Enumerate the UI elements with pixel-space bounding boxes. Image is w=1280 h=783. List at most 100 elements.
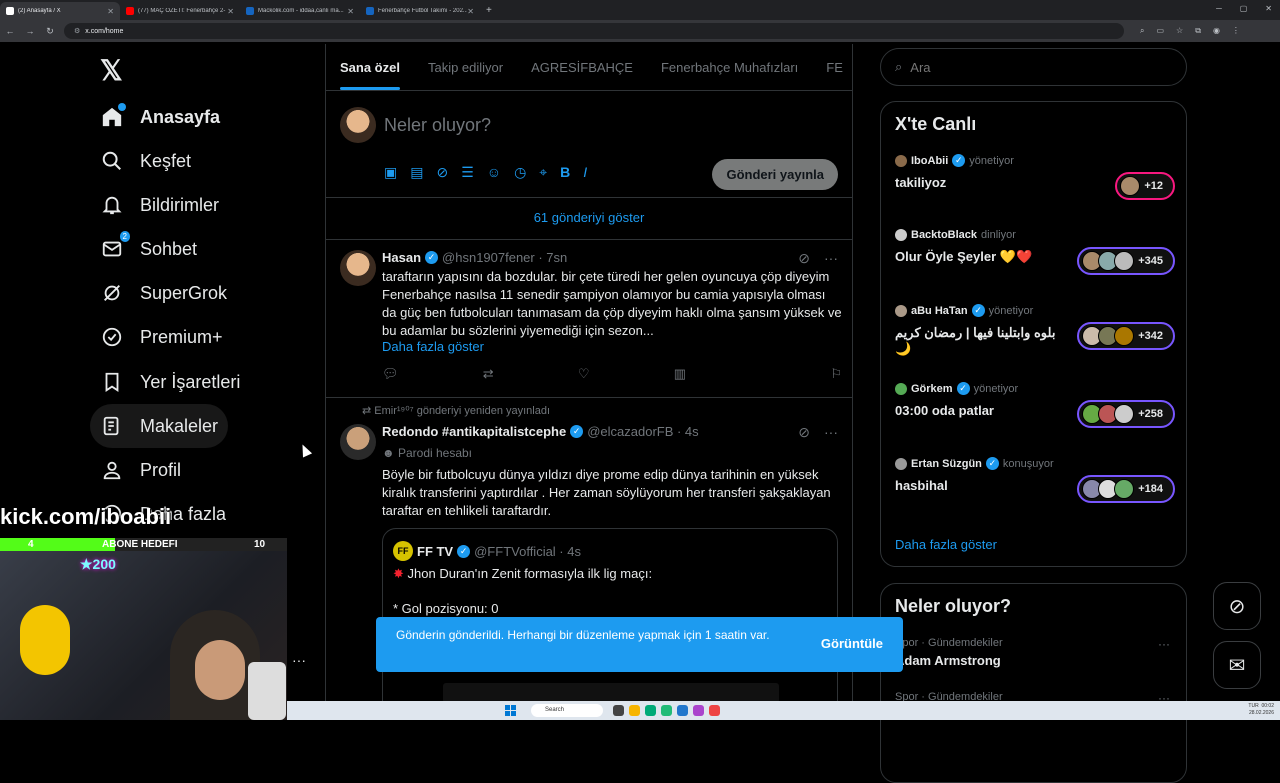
- emoji-icon[interactable]: ☺: [487, 164, 501, 181]
- show-more-live[interactable]: Daha fazla göster: [895, 537, 1175, 552]
- views-icon[interactable]: ▥: [674, 366, 686, 382]
- avatar[interactable]: [340, 107, 376, 143]
- reload-icon[interactable]: ↻: [40, 26, 60, 37]
- close-tab-icon[interactable]: ✕: [227, 7, 234, 16]
- nav-home[interactable]: Anasayfa: [90, 95, 230, 139]
- search-input[interactable]: [910, 59, 1161, 75]
- show-new-posts[interactable]: 61 gönderiyi göster: [326, 198, 852, 240]
- listener-pill[interactable]: +258: [1077, 400, 1175, 428]
- author-handle[interactable]: @elcazadorFB · 4s: [587, 424, 698, 439]
- close-window-icon[interactable]: ✕: [1265, 4, 1272, 13]
- live-item[interactable]: Görkem ✓ yönetiyor 03:00 oda patlar +258: [895, 382, 1175, 428]
- x-logo-icon[interactable]: 𝕏: [100, 54, 123, 87]
- back-icon[interactable]: ←: [0, 26, 20, 36]
- menu-dots-icon[interactable]: ⋮: [1232, 26, 1240, 36]
- nav-notifications[interactable]: Bildirimler: [90, 183, 229, 227]
- retweet-by[interactable]: Emir¹⁹⁰⁷ gönderiyi yeniden yayınladı: [374, 405, 550, 417]
- new-tab-icon[interactable]: +: [486, 5, 492, 16]
- app-icon[interactable]: [613, 705, 624, 716]
- poll-icon[interactable]: ☰: [461, 164, 474, 181]
- tab-list-more[interactable]: FE: [812, 44, 852, 90]
- author-name[interactable]: Redondo #antikapitalistcephe: [382, 424, 566, 439]
- app-icon[interactable]: [693, 705, 704, 716]
- show-more-link[interactable]: Daha fazla göster: [382, 338, 842, 356]
- windows-start-icon[interactable]: [505, 705, 516, 716]
- site-info-icon[interactable]: ⚙: [74, 27, 80, 35]
- nav-chat[interactable]: 2 Sohbet: [90, 227, 207, 271]
- live-item[interactable]: IboAbii ✓ yönetiyor takiliyoz +12: [895, 154, 1175, 200]
- folder-icon[interactable]: [629, 705, 640, 716]
- location-icon[interactable]: ⌖: [539, 164, 547, 181]
- listener-pill[interactable]: +12: [1115, 172, 1175, 200]
- tweet[interactable]: Hasan ✓ @hsn1907fener · 7sn ⊘ ··· taraft…: [326, 240, 852, 398]
- app-icon[interactable]: [677, 705, 688, 716]
- compose-input[interactable]: Neler oluyor?: [384, 115, 491, 136]
- browser-tab-1[interactable]: (2) Anasayfa / X ✕: [0, 2, 120, 20]
- grok-icon[interactable]: ⊘: [798, 424, 810, 441]
- listener-pill[interactable]: +184: [1077, 475, 1175, 503]
- nav-explore[interactable]: Keşfet: [90, 139, 201, 183]
- language-indicator[interactable]: TUR: [1248, 703, 1258, 709]
- profile-icon[interactable]: ◉: [1213, 26, 1220, 36]
- tab-following[interactable]: Takip ediliyor: [414, 44, 517, 90]
- more-dots-icon[interactable]: ···: [292, 652, 306, 668]
- more-dots-icon[interactable]: ···: [824, 424, 838, 441]
- app-icon[interactable]: [661, 705, 672, 716]
- author-handle[interactable]: @hsn1907fener · 7sn: [442, 250, 567, 265]
- close-tab-icon[interactable]: ✕: [347, 7, 354, 16]
- browser-tab-3[interactable]: Mackolik.com - iddaa,canlı ma... ✕: [240, 2, 360, 20]
- browser-tab-2[interactable]: (77) MAÇ ÖZETİ: Fenerbahçe 2- ✕: [120, 2, 240, 20]
- cast-icon[interactable]: ▭: [1156, 26, 1164, 36]
- italic-icon[interactable]: I: [583, 164, 587, 181]
- search-box[interactable]: ⌕: [880, 48, 1187, 86]
- tab-list-muhafizlar[interactable]: Fenerbahçe Muhafızları: [647, 44, 812, 90]
- system-tray[interactable]: TUR 00:02 28.02.2026: [1248, 703, 1274, 717]
- tab-for-you[interactable]: Sana özel: [326, 44, 414, 90]
- post-button[interactable]: Gönderi yayınla: [712, 159, 838, 190]
- retweet-icon[interactable]: ⇄: [483, 366, 494, 382]
- close-tab-icon[interactable]: ✕: [107, 7, 114, 16]
- nav-articles[interactable]: Makaleler: [90, 404, 229, 448]
- gif-icon[interactable]: ▤: [410, 164, 423, 181]
- more-dots-icon[interactable]: ···: [824, 250, 838, 267]
- bold-icon[interactable]: B: [560, 164, 570, 181]
- taskbar-search[interactable]: Search: [531, 704, 603, 717]
- minimize-icon[interactable]: ─: [1216, 4, 1222, 13]
- grok-icon[interactable]: ⊘: [798, 250, 810, 267]
- quote-media[interactable]: [443, 683, 779, 703]
- live-item[interactable]: Ertan Süzgün ✓ konuşuyor hasbihal +184: [895, 457, 1175, 503]
- bookmark-icon[interactable]: ⚐: [830, 366, 842, 382]
- zoom-icon[interactable]: ⌕: [1140, 26, 1144, 36]
- grok-icon[interactable]: ⊘: [436, 164, 448, 181]
- schedule-icon[interactable]: ◷: [514, 164, 526, 181]
- chrome-icon[interactable]: [709, 705, 720, 716]
- extensions-icon[interactable]: ⧉: [1195, 26, 1201, 36]
- maximize-icon[interactable]: ▢: [1240, 4, 1248, 13]
- listener-pill[interactable]: +345: [1077, 247, 1175, 275]
- edge-icon[interactable]: [645, 705, 656, 716]
- image-icon[interactable]: ▣: [384, 164, 397, 181]
- more-dots-icon[interactable]: ···: [1158, 637, 1170, 651]
- reply-icon[interactable]: 💬︎: [382, 366, 399, 382]
- avatar[interactable]: [340, 424, 376, 460]
- trend-title[interactable]: Adam Armstrong: [895, 653, 1001, 668]
- nav-bookmarks[interactable]: Yer İşaretleri: [90, 360, 250, 404]
- avatar[interactable]: [340, 250, 376, 286]
- nav-supergrok[interactable]: SuperGrok: [90, 271, 237, 315]
- grok-fab-icon[interactable]: ⊘: [1213, 582, 1261, 630]
- messages-fab-icon[interactable]: ✉: [1213, 641, 1261, 689]
- nav-profile[interactable]: Profil: [90, 448, 191, 492]
- listener-pill[interactable]: +342: [1077, 322, 1175, 350]
- bookmark-star-icon[interactable]: ☆: [1176, 26, 1183, 36]
- view-post-button[interactable]: Görüntüle: [821, 636, 883, 651]
- live-item[interactable]: BacktoBlack dinliyor Olur Öyle Şeyler 💛❤️…: [895, 229, 1175, 275]
- like-icon[interactable]: ♡: [578, 366, 590, 382]
- forward-icon[interactable]: →: [20, 26, 40, 36]
- url-field[interactable]: ⚙ x.com/home: [64, 23, 1124, 39]
- nav-premium[interactable]: Premium+: [90, 315, 233, 359]
- close-tab-icon[interactable]: ✕: [467, 7, 474, 16]
- tab-list-agresifbahce[interactable]: AGRESİFBAHÇE: [517, 44, 647, 90]
- author-name[interactable]: Hasan: [382, 250, 421, 265]
- live-item[interactable]: aBu HaTan ✓ yönetiyor بلوه وابتلينا فيها |…: [895, 304, 1175, 357]
- browser-tab-4[interactable]: Fenerbahçe Futbol Takımı - 202... ✕: [360, 2, 480, 20]
